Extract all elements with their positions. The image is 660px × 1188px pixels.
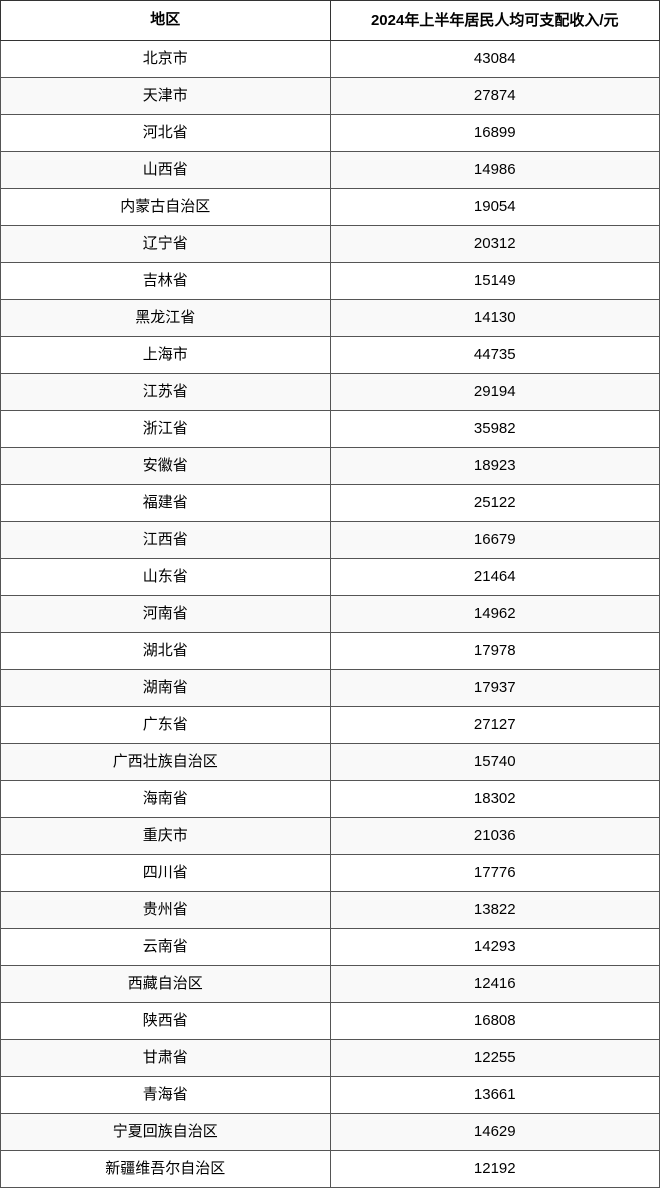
- cell-region: 云南省: [1, 928, 331, 965]
- table-row: 福建省25122: [1, 484, 660, 521]
- cell-region: 四川省: [1, 854, 331, 891]
- cell-region: 广东省: [1, 706, 331, 743]
- cell-region: 吉林省: [1, 262, 331, 299]
- cell-region: 辽宁省: [1, 225, 331, 262]
- cell-income: 13661: [330, 1076, 660, 1113]
- cell-income: 27874: [330, 77, 660, 114]
- cell-income: 18302: [330, 780, 660, 817]
- cell-income: 35982: [330, 410, 660, 447]
- cell-region: 山西省: [1, 151, 331, 188]
- cell-region: 甘肃省: [1, 1039, 331, 1076]
- table-row: 宁夏回族自治区14629: [1, 1113, 660, 1150]
- cell-region: 贵州省: [1, 891, 331, 928]
- cell-income: 14293: [330, 928, 660, 965]
- cell-income: 15149: [330, 262, 660, 299]
- table-row: 广东省27127: [1, 706, 660, 743]
- table-row: 新疆维吾尔自治区12192: [1, 1150, 660, 1187]
- cell-income: 18923: [330, 447, 660, 484]
- table-row: 云南省14293: [1, 928, 660, 965]
- table-row: 江苏省29194: [1, 373, 660, 410]
- cell-income: 44735: [330, 336, 660, 373]
- table-row: 山东省21464: [1, 558, 660, 595]
- cell-income: 12416: [330, 965, 660, 1002]
- table-row: 河北省16899: [1, 114, 660, 151]
- cell-region: 宁夏回族自治区: [1, 1113, 331, 1150]
- table-row: 浙江省35982: [1, 410, 660, 447]
- cell-income: 27127: [330, 706, 660, 743]
- cell-income: 15740: [330, 743, 660, 780]
- cell-region: 内蒙古自治区: [1, 188, 331, 225]
- cell-income: 14130: [330, 299, 660, 336]
- cell-income: 17776: [330, 854, 660, 891]
- cell-region: 安徽省: [1, 447, 331, 484]
- cell-income: 13822: [330, 891, 660, 928]
- table-row: 江西省16679: [1, 521, 660, 558]
- cell-income: 14629: [330, 1113, 660, 1150]
- table-row: 黑龙江省14130: [1, 299, 660, 336]
- cell-region: 北京市: [1, 40, 331, 77]
- table-row: 天津市27874: [1, 77, 660, 114]
- cell-region: 河南省: [1, 595, 331, 632]
- table-row: 山西省14986: [1, 151, 660, 188]
- cell-region: 福建省: [1, 484, 331, 521]
- cell-region: 重庆市: [1, 817, 331, 854]
- table-row: 重庆市21036: [1, 817, 660, 854]
- header-income: 2024年上半年居民人均可支配收入/元: [330, 1, 660, 41]
- cell-region: 新疆维吾尔自治区: [1, 1150, 331, 1187]
- cell-region: 浙江省: [1, 410, 331, 447]
- table-row: 内蒙古自治区19054: [1, 188, 660, 225]
- cell-region: 上海市: [1, 336, 331, 373]
- table-row: 安徽省18923: [1, 447, 660, 484]
- cell-income: 12255: [330, 1039, 660, 1076]
- table-container: 地区 2024年上半年居民人均可支配收入/元 北京市43084天津市27874河…: [0, 0, 660, 1188]
- table-row: 北京市43084: [1, 40, 660, 77]
- table-row: 贵州省13822: [1, 891, 660, 928]
- cell-region: 陕西省: [1, 1002, 331, 1039]
- table-row: 海南省18302: [1, 780, 660, 817]
- header-region: 地区: [1, 1, 331, 41]
- cell-income: 16808: [330, 1002, 660, 1039]
- cell-income: 14962: [330, 595, 660, 632]
- table-row: 西藏自治区12416: [1, 965, 660, 1002]
- cell-region: 河北省: [1, 114, 331, 151]
- cell-region: 湖北省: [1, 632, 331, 669]
- table-row: 上海市44735: [1, 336, 660, 373]
- table-row: 湖南省17937: [1, 669, 660, 706]
- cell-income: 29194: [330, 373, 660, 410]
- cell-region: 黑龙江省: [1, 299, 331, 336]
- cell-income: 43084: [330, 40, 660, 77]
- cell-income: 21036: [330, 817, 660, 854]
- cell-income: 12192: [330, 1150, 660, 1187]
- table-row: 吉林省15149: [1, 262, 660, 299]
- table-row: 甘肃省12255: [1, 1039, 660, 1076]
- income-table: 地区 2024年上半年居民人均可支配收入/元 北京市43084天津市27874河…: [0, 0, 660, 1188]
- cell-region: 广西壮族自治区: [1, 743, 331, 780]
- cell-region: 山东省: [1, 558, 331, 595]
- cell-region: 天津市: [1, 77, 331, 114]
- cell-region: 西藏自治区: [1, 965, 331, 1002]
- table-row: 青海省13661: [1, 1076, 660, 1113]
- table-row: 四川省17776: [1, 854, 660, 891]
- cell-income: 17937: [330, 669, 660, 706]
- cell-region: 江西省: [1, 521, 331, 558]
- cell-income: 20312: [330, 225, 660, 262]
- table-row: 广西壮族自治区15740: [1, 743, 660, 780]
- cell-region: 湖南省: [1, 669, 331, 706]
- cell-income: 14986: [330, 151, 660, 188]
- cell-income: 16899: [330, 114, 660, 151]
- cell-region: 海南省: [1, 780, 331, 817]
- cell-income: 21464: [330, 558, 660, 595]
- table-row: 湖北省17978: [1, 632, 660, 669]
- cell-region: 江苏省: [1, 373, 331, 410]
- cell-income: 17978: [330, 632, 660, 669]
- cell-region: 青海省: [1, 1076, 331, 1113]
- table-row: 辽宁省20312: [1, 225, 660, 262]
- table-row: 陕西省16808: [1, 1002, 660, 1039]
- table-row: 河南省14962: [1, 595, 660, 632]
- cell-income: 25122: [330, 484, 660, 521]
- cell-income: 19054: [330, 188, 660, 225]
- cell-income: 16679: [330, 521, 660, 558]
